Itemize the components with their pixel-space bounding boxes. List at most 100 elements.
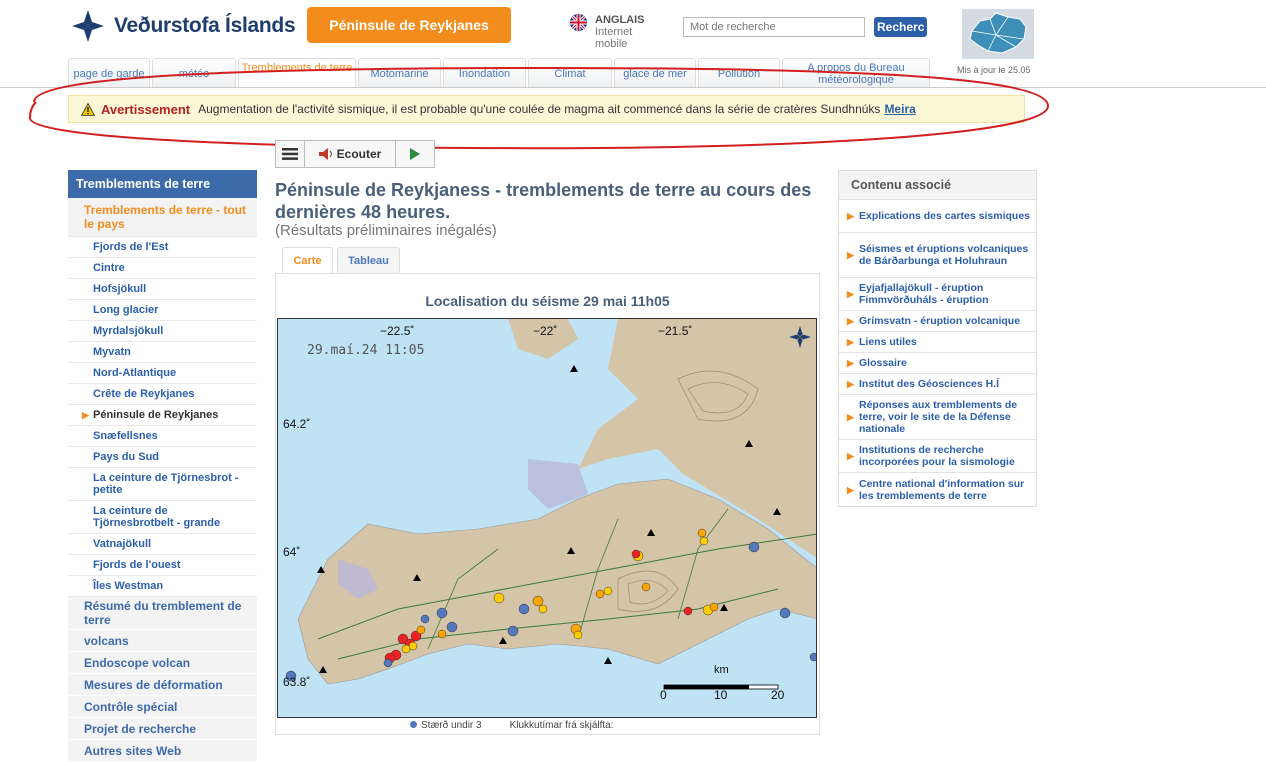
search-button[interactable]: Recherc [874, 17, 927, 37]
sidebar-sub-item[interactable]: Îles Westman [68, 576, 257, 597]
logo-icon [72, 10, 104, 42]
search-input[interactable] [683, 17, 865, 37]
related-link[interactable]: ▶ Centre national d'information sur les t… [839, 473, 1036, 506]
site-logo[interactable]: Veðurstofa Íslands [70, 8, 296, 44]
scale-tick: 20 [771, 688, 785, 702]
warning-icon [81, 102, 95, 116]
arrow-right-icon: ▶ [847, 211, 854, 221]
sidebar-sub-item[interactable]: La ceinture de Tjörnesbrotbelt - grande [68, 501, 257, 534]
arrow-right-icon: ▶ [847, 451, 854, 461]
sidebar-sub-item[interactable]: Hofsjökull [68, 279, 257, 300]
sidebar-sub-item[interactable]: Fjords de l'ouest [68, 555, 257, 576]
related-heading: Contenu associé [839, 171, 1036, 200]
earthquake-map[interactable]: 29.maí.24 11:05 −22.5˚ −22˚ −21.5˚ 64.2˚… [277, 318, 817, 718]
logo-text: Veðurstofa Íslands [114, 14, 296, 37]
language-label[interactable]: ANGLAIS [595, 14, 645, 26]
tab-weather[interactable]: météo [152, 58, 236, 88]
main-nav: page de garde météo Tremblements de terr… [68, 58, 932, 88]
tab-flood[interactable]: Inondation [443, 58, 526, 88]
menu-icon[interactable] [276, 141, 305, 167]
listen-label: Ecouter [336, 147, 382, 161]
iceland-thumbnail-map[interactable] [962, 9, 1034, 59]
sidebar-item-all-country[interactable]: Tremblements de terre - tout le pays [68, 198, 257, 237]
tab-map[interactable]: Carte [282, 247, 333, 274]
lat-label: 64.2˚ [283, 417, 311, 431]
tab-marine[interactable]: Motomarine [358, 58, 441, 88]
sidebar-sub-item[interactable]: Nord-Atlantique [68, 363, 257, 384]
language-switch[interactable]: ANGLAIS Internet mobile [570, 14, 645, 50]
arrow-right-icon: ▶ [847, 379, 854, 389]
sidebar-sub-item[interactable]: Myvatn [68, 342, 257, 363]
tab-home[interactable]: page de garde [68, 58, 150, 88]
arrow-right-icon: ▶ [847, 358, 854, 368]
sidebar-sub-item[interactable]: Fjords de l'Est [68, 237, 257, 258]
related-link[interactable]: ▶ Grímsvatn - éruption volcanique [839, 311, 1036, 332]
related-link[interactable]: ▶ Liens utiles [839, 332, 1036, 353]
tab-about[interactable]: A propos du Bureau météorologique [782, 58, 930, 88]
legend-item: Klukkutímar frá skjálfta: [509, 720, 614, 731]
tab-pollution[interactable]: Pollution [698, 58, 780, 88]
sidebar-sub-item[interactable]: Pays du Sud [68, 447, 257, 468]
related-link[interactable]: ▶ Explications des cartes sismiques [839, 200, 1036, 233]
play-icon[interactable] [396, 141, 434, 167]
sidebar-item[interactable]: Contrôle spécial [68, 696, 257, 718]
audio-player: Ecouter [275, 140, 435, 168]
scale-tick: 0 [660, 688, 667, 702]
tab-climate[interactable]: Climat [528, 58, 612, 88]
updated-date: Mis à jour le 25.05 [957, 65, 1031, 75]
sidebar-sub-item[interactable]: Vatnajökull [68, 534, 257, 555]
warning-title: Avertissement [101, 101, 191, 117]
circle-marker-icon [410, 721, 417, 728]
listen-button[interactable]: Ecouter [305, 141, 396, 167]
left-sidebar: Tremblements de terre Tremblements de te… [68, 170, 257, 762]
legend-item: Stærð undir 3 [410, 720, 482, 731]
tab-table[interactable]: Tableau [337, 247, 400, 273]
related-link[interactable]: ▶ Eyjafjallajökull - éruption Fimmvörðuhá… [839, 278, 1036, 311]
tab-sea-ice[interactable]: glace de mer [614, 58, 696, 88]
related-link[interactable]: ▶ Institutions de recherche incorporées p… [839, 440, 1036, 473]
sidebar-sub-item[interactable]: Crête de Reykjanes [68, 384, 257, 405]
sidebar-item[interactable]: Résumé du tremblement de terre [68, 597, 257, 630]
lon-label: −21.5˚ [658, 324, 693, 338]
nav-divider [0, 87, 1266, 88]
sidebar-sub-item[interactable]: Long glacier [68, 300, 257, 321]
arrow-right-icon: ▶ [82, 410, 89, 420]
sidebar-sub-item-current[interactable]: ▶ Péninsule de Reykjanes [68, 405, 257, 426]
warning-text: Augmentation de l'activité sismique, il … [198, 102, 881, 116]
arrow-right-icon: ▶ [847, 250, 854, 260]
lon-label: −22.5˚ [380, 324, 415, 338]
region-button[interactable]: Péninsule de Reykjanes [307, 7, 511, 43]
sidebar-item[interactable]: volcans [68, 630, 257, 652]
sidebar-sub-item[interactable]: Cintre [68, 258, 257, 279]
sidebar-item[interactable]: Autres sites Web [68, 740, 257, 762]
arrow-right-icon: ▶ [847, 484, 854, 495]
map-legend: Stærð undir 3 Klukkutímar frá skjálfta: [410, 720, 614, 731]
related-link[interactable]: ▶ Séismes et éruptions volcaniques de Bár… [839, 233, 1036, 278]
related-link[interactable]: ▶ Glossaire [839, 353, 1036, 374]
speaker-icon [318, 148, 332, 160]
sidebar-item[interactable]: Projet de recherche [68, 718, 257, 740]
warning-banner: Avertissement Augmentation de l'activité… [68, 95, 1025, 123]
sidebar-sub-item[interactable]: La ceinture de Tjörnesbrot - petite [68, 468, 257, 501]
scale-tick: 10 [714, 688, 728, 702]
lon-label: −22˚ [533, 324, 558, 338]
map-title: Localisation du séisme 29 mai 11h05 [425, 293, 670, 309]
related-link[interactable]: ▶ Réponses aux tremblements de terre, voi… [839, 395, 1036, 440]
arrow-right-icon: ▶ [847, 412, 854, 422]
arrow-right-icon: ▶ [847, 289, 854, 299]
sidebar-item[interactable]: Mesures de déformation [68, 674, 257, 696]
internet-link[interactable]: Internet [595, 26, 632, 38]
tab-earthquakes[interactable]: Tremblements de terre [238, 58, 356, 88]
scale-unit: km [714, 664, 729, 676]
map-canvas [278, 319, 816, 717]
sidebar-item[interactable]: Endoscope volcan [68, 652, 257, 674]
lat-label: 64˚ [283, 545, 301, 559]
page-title: Péninsule de Reykjaness - tremblements d… [275, 180, 812, 222]
warning-more-link[interactable]: Meira [884, 102, 915, 116]
sidebar-sub-item[interactable]: Myrdalsjökull [68, 321, 257, 342]
sidebar-sub-item[interactable]: Snæfellsnes [68, 426, 257, 447]
sidebar-heading[interactable]: Tremblements de terre [68, 170, 257, 198]
related-link[interactable]: ▶ Institut des Géosciences H.Í [839, 374, 1036, 395]
mobile-link[interactable]: mobile [595, 38, 627, 50]
arrow-right-icon: ▶ [847, 337, 854, 347]
